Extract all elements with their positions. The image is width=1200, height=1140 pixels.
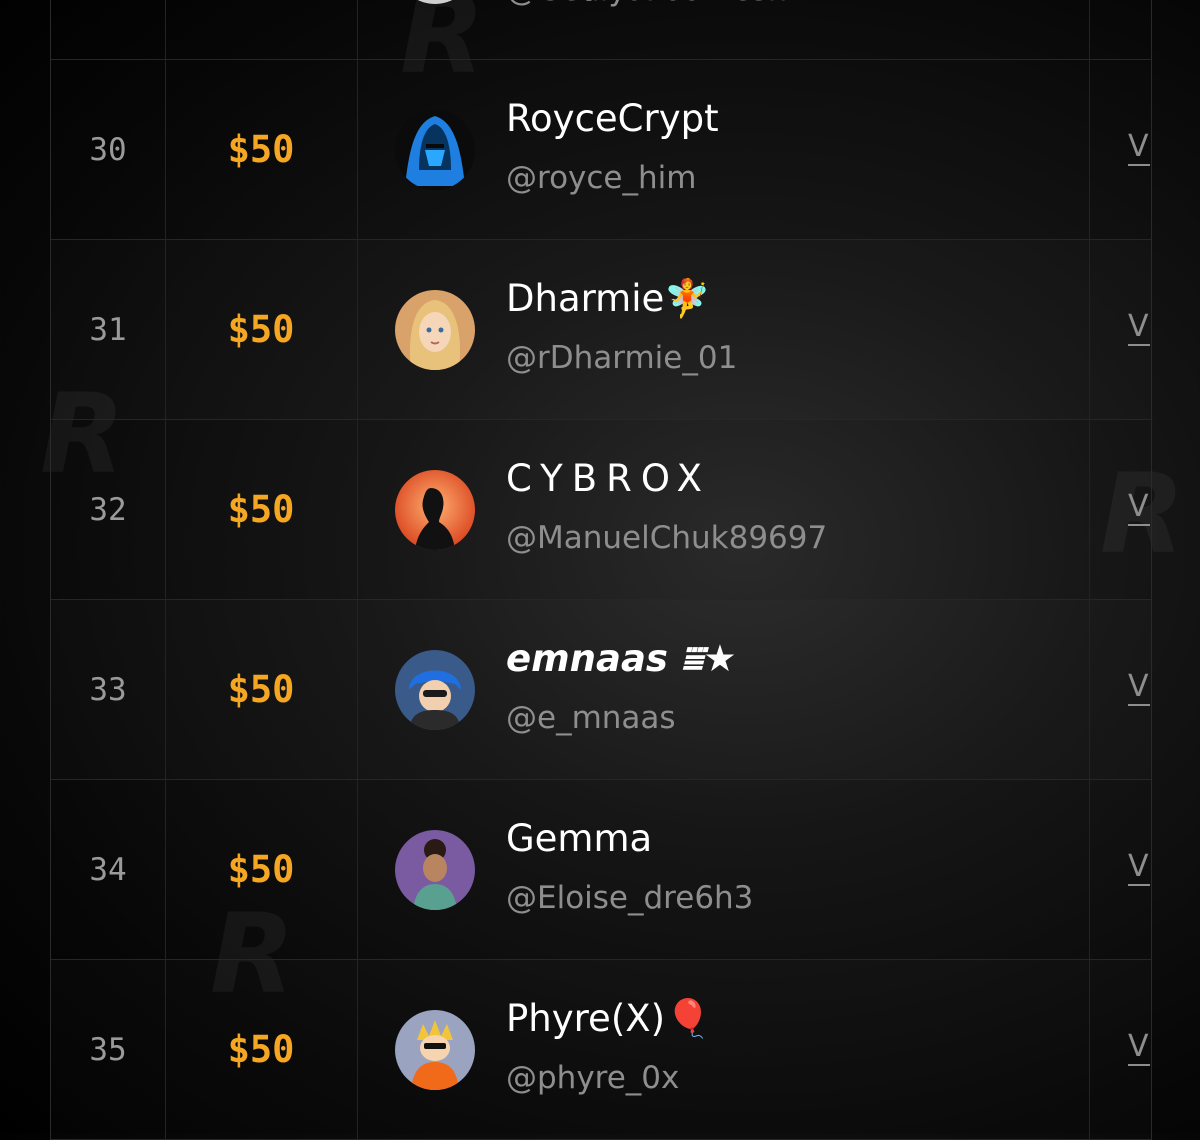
table-row: 35 $50 Phyre(X)🎈 @phyre_0x V xyxy=(51,960,1151,1140)
avatar[interactable] xyxy=(395,1009,475,1090)
table-row: 34 $50 Gemma @Eloise_dre6h3 V xyxy=(51,780,1151,960)
rank-number: 33 xyxy=(89,671,127,708)
prize-amount: $50 xyxy=(227,848,295,891)
rank-number: 30 xyxy=(89,131,127,168)
prize-amount: $50 xyxy=(227,128,295,171)
table-row: 32 $50 CYBROX @ManuelChuk89697 V xyxy=(51,420,1151,600)
user-handle[interactable]: @rDharmie_01 xyxy=(506,340,737,376)
user-display-name[interactable]: CYBROX xyxy=(506,457,711,500)
view-link[interactable]: V xyxy=(1128,130,1150,166)
rank-number: 35 xyxy=(89,1031,127,1068)
view-link[interactable]: V xyxy=(1128,670,1150,706)
rank-number: 32 xyxy=(89,491,127,528)
prize-amount: $50 xyxy=(227,488,295,531)
user-display-name[interactable]: emnaas ⩸★ xyxy=(506,637,737,681)
table-row: 30 $50 RoyceCrypt @royce_him V xyxy=(51,60,1151,240)
avatar[interactable] xyxy=(395,469,475,550)
avatar[interactable] xyxy=(395,829,475,910)
view-link[interactable]: V xyxy=(1128,850,1150,886)
table-row: @GedlyaPoorvesh xyxy=(51,0,1151,60)
user-handle[interactable]: @royce_him xyxy=(506,160,696,196)
avatar[interactable] xyxy=(395,289,475,370)
prize-amount: $50 xyxy=(227,1028,295,1071)
view-link[interactable]: V xyxy=(1128,310,1150,346)
avatar[interactable] xyxy=(395,649,475,730)
user-display-name[interactable]: RoyceCrypt xyxy=(506,97,719,140)
user-display-name[interactable]: Phyre(X)🎈 xyxy=(506,997,711,1041)
rank-number: 31 xyxy=(89,311,127,348)
user-display-name[interactable]: Dharmie🧚 xyxy=(506,277,710,321)
table-row: 33 $50 emnaas ⩸★ @e_mnaas V xyxy=(51,600,1151,780)
leaderboard-table: @GedlyaPoorvesh 30 $50 RoyceCrypt @royce… xyxy=(50,0,1152,1140)
avatar[interactable] xyxy=(395,0,475,4)
user-handle[interactable]: @ManuelChuk89697 xyxy=(506,520,827,556)
avatar[interactable] xyxy=(395,109,475,190)
table-row: 31 $50 Dharmie🧚 @rDharmie_01 V xyxy=(51,240,1151,420)
prize-amount: $50 xyxy=(227,668,295,711)
user-handle[interactable]: @e_mnaas xyxy=(506,700,676,736)
rank-number: 34 xyxy=(89,851,127,888)
view-link[interactable]: V xyxy=(1128,490,1150,526)
prize-amount: $50 xyxy=(227,308,295,351)
user-display-name[interactable]: Gemma xyxy=(506,817,652,860)
view-link[interactable]: V xyxy=(1128,1030,1150,1066)
user-handle[interactable]: @Eloise_dre6h3 xyxy=(506,880,753,916)
user-handle[interactable]: @GedlyaPoorvesh xyxy=(506,0,787,8)
user-handle[interactable]: @phyre_0x xyxy=(506,1060,679,1096)
